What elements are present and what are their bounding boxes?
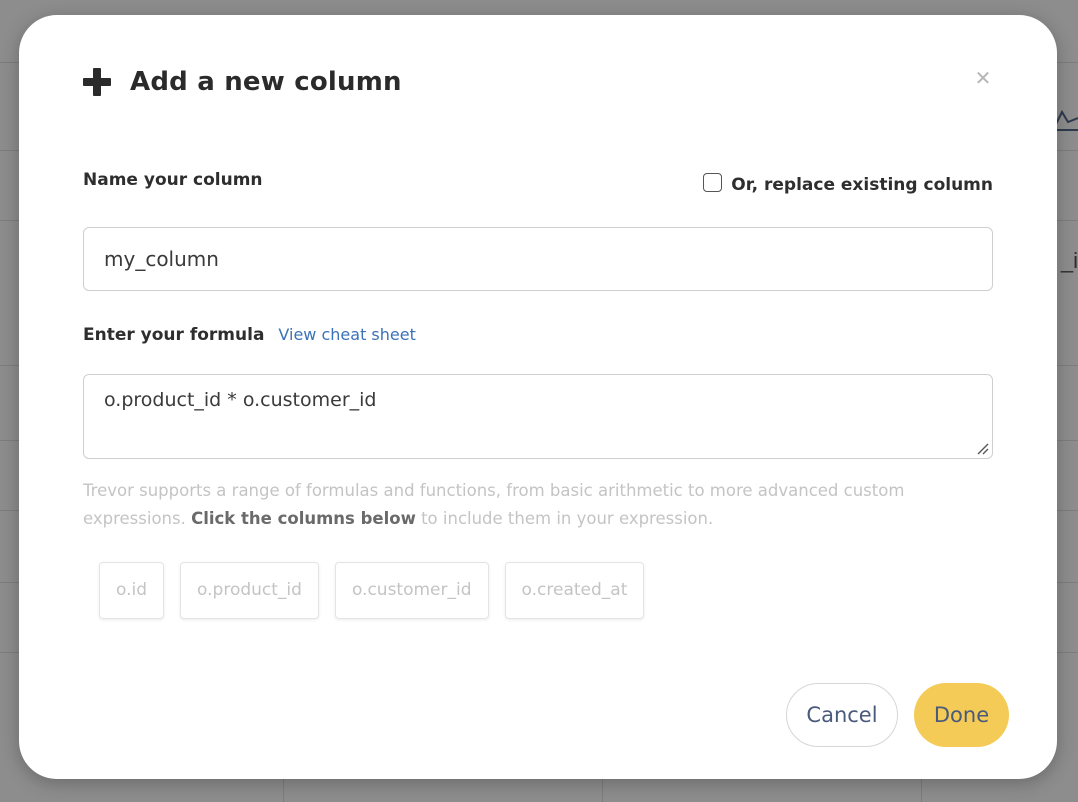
line-chart-icon [1056,109,1078,131]
formula-input-value: o.product_id * o.customer_id [104,389,377,411]
help-text-emphasis: Click the columns below [191,509,416,528]
column-chip[interactable]: o.id [99,562,165,619]
plus-icon [83,68,111,96]
cancel-button[interactable]: Cancel [786,683,898,747]
column-name-input[interactable]: my_column [83,227,993,291]
background-peek-text: _i [1060,248,1078,273]
close-icon[interactable]: ✕ [972,67,994,89]
resize-handle-icon[interactable] [975,441,989,455]
modal-title: Add a new column [130,67,402,97]
replace-existing-checkbox[interactable] [703,172,723,192]
column-name-label: Name your column [83,170,263,190]
column-chip[interactable]: o.created_at [504,562,645,619]
column-chip[interactable]: o.product_id [180,562,319,619]
formula-input[interactable]: o.product_id * o.customer_id [83,374,993,459]
cheat-sheet-link[interactable]: View cheat sheet [278,325,415,344]
add-column-modal: Add a new column ✕ Name your column Or, … [19,15,1057,779]
column-chip[interactable]: o.customer_id [334,562,489,619]
modal-header: Add a new column [83,67,402,97]
help-text-outro: to include them in your expression. [415,509,714,528]
replace-existing-toggle[interactable]: Or, replace existing column [703,172,993,195]
done-button[interactable]: Done [914,683,1009,747]
formula-label-row: Enter your formula View cheat sheet [83,325,416,345]
formula-help-text: Trevor supports a range of formulas and … [83,477,1003,533]
replace-existing-label: Or, replace existing column [731,175,993,195]
column-chip-list: o.id o.product_id o.customer_id o.create… [99,562,645,619]
formula-label: Enter your formula [83,325,265,345]
